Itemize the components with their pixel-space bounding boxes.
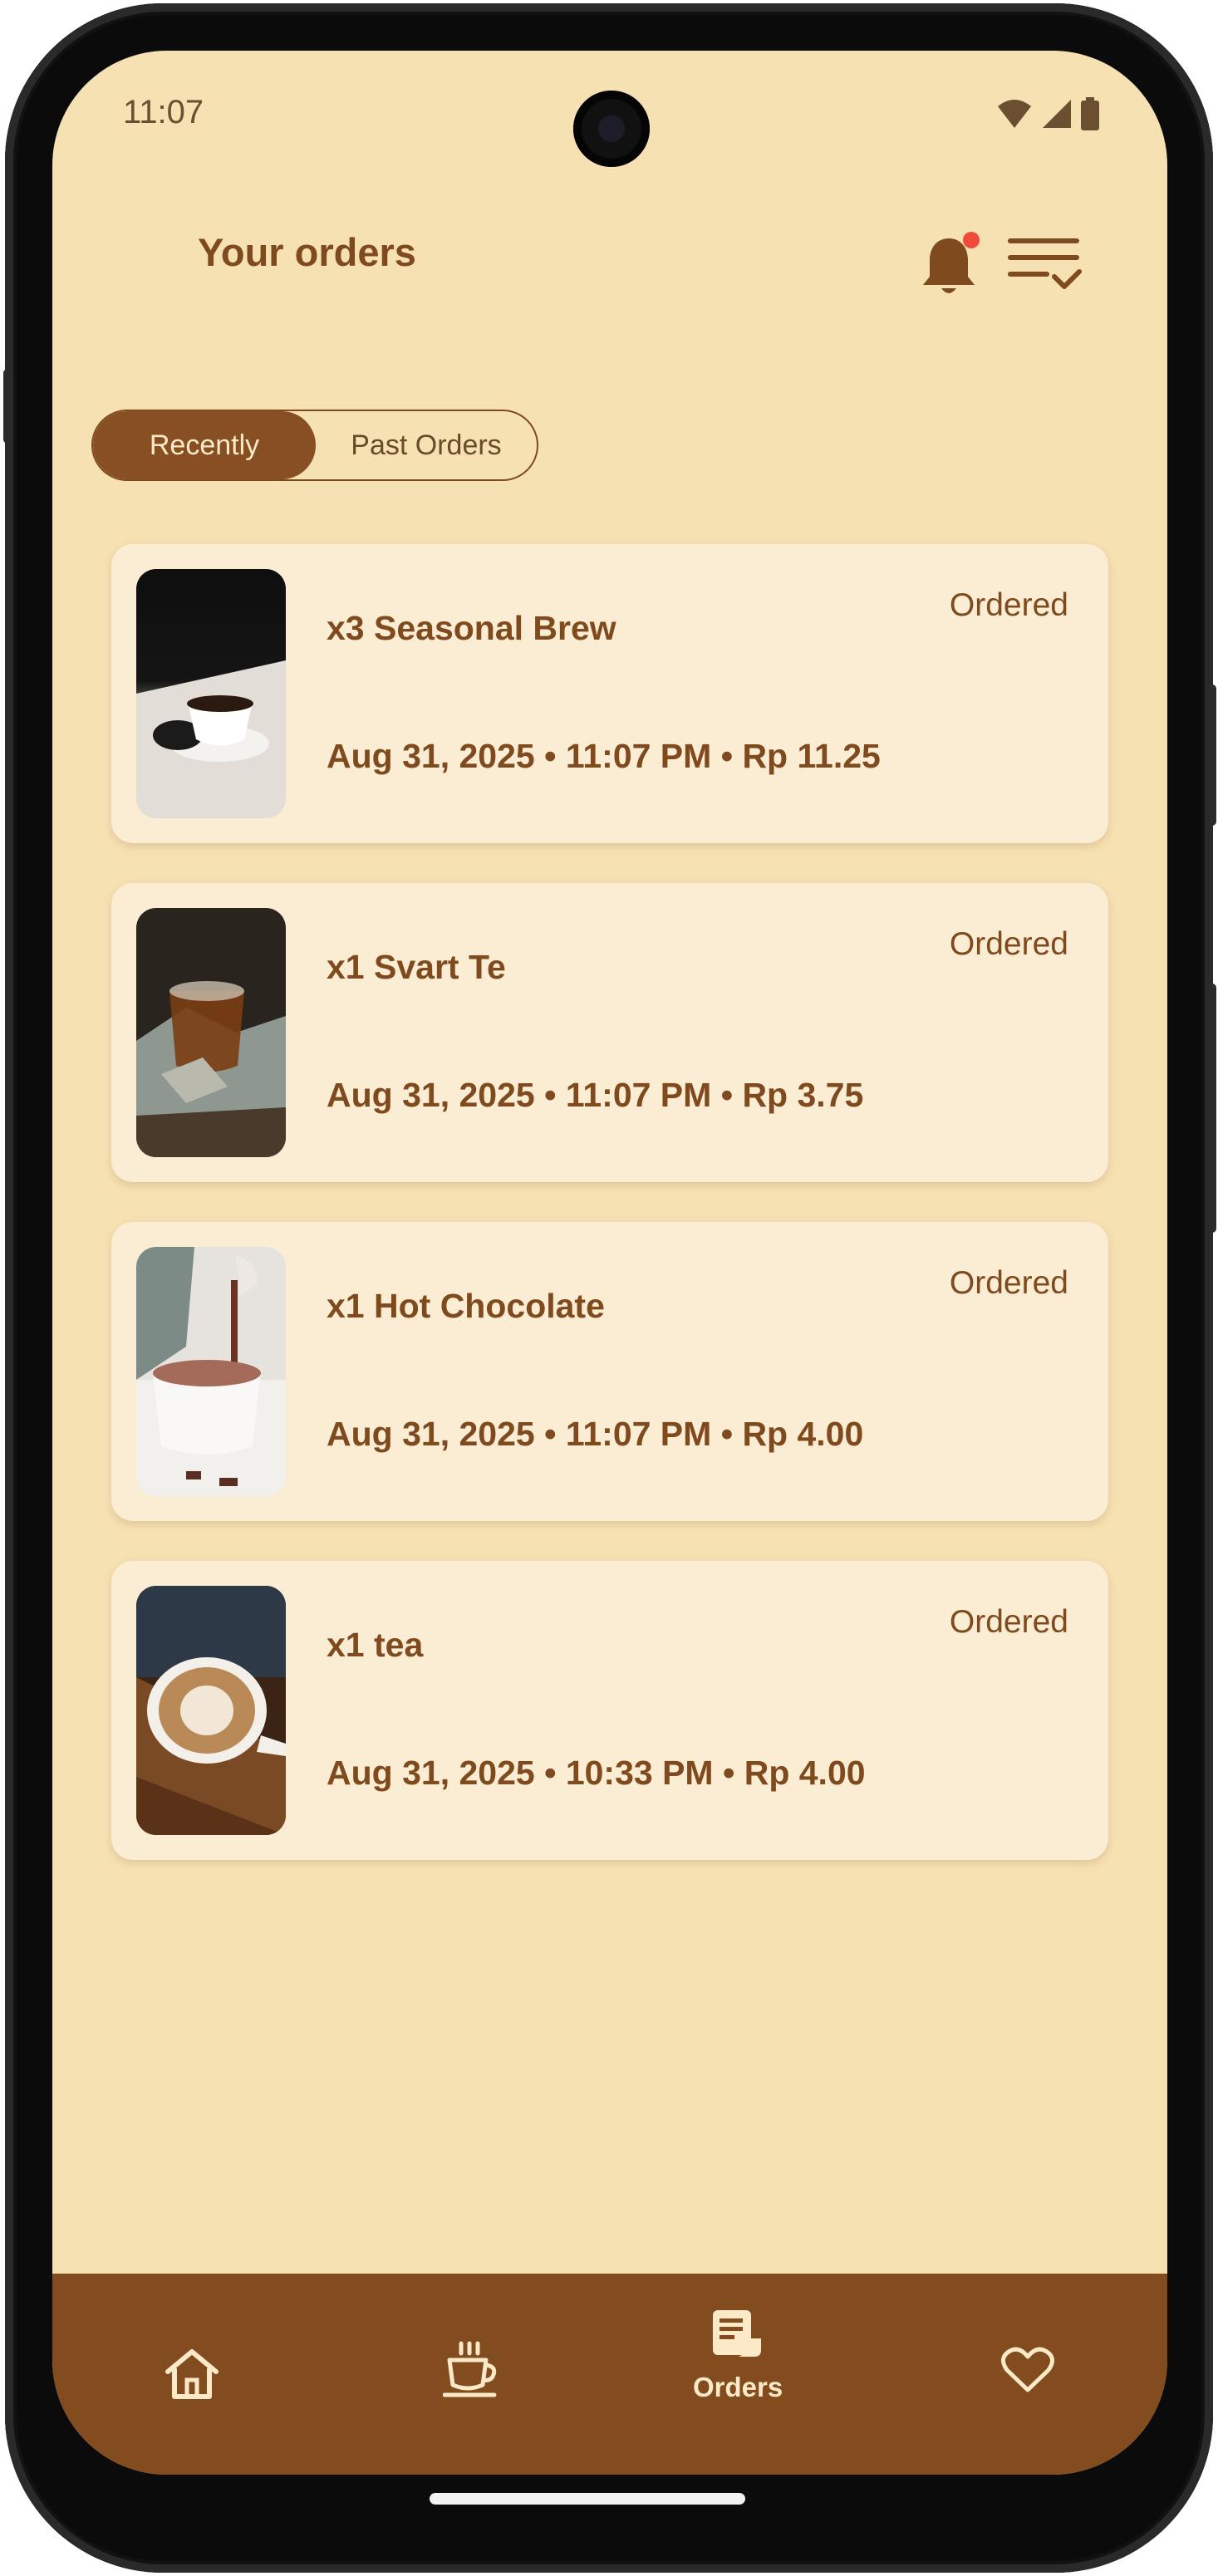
bottom-navigation: Orders (52, 2274, 1167, 2475)
order-status: Ordered (949, 1604, 1068, 1640)
latte-art-photo (136, 1586, 286, 1835)
order-status: Ordered (949, 1265, 1068, 1301)
order-card[interactable]: x3 Seasonal Brew Aug 31, 2025 • 11:07 PM… (111, 544, 1108, 843)
signal-icon (1043, 100, 1071, 128)
tea-glass-photo (136, 908, 286, 1157)
side-button (1208, 984, 1216, 1233)
phone-frame: 11:07 Your orders Recently Past Orders x… (3, 3, 1216, 2573)
wifi-icon (998, 100, 1031, 128)
tab-past-orders[interactable]: Past Orders (316, 411, 537, 479)
order-item-name: x1 tea (327, 1626, 424, 1664)
nav-orders[interactable]: Orders (693, 2309, 783, 2403)
order-status: Ordered (949, 587, 1068, 623)
order-item-name: x1 Svart Te (327, 948, 506, 986)
status-time: 11:07 (123, 94, 204, 130)
front-camera (573, 91, 650, 167)
nav-orders-label: Orders (693, 2372, 783, 2402)
coffee-cup-photo (136, 569, 286, 818)
order-card[interactable]: x1 Svart Te Aug 31, 2025 • 11:07 PM • Rp… (111, 883, 1108, 1182)
order-item-meta: Aug 31, 2025 • 11:07 PM • Rp 3.75 (327, 1076, 864, 1114)
order-item-meta: Aug 31, 2025 • 11:07 PM • Rp 11.25 (327, 737, 881, 775)
notification-dot (963, 232, 980, 248)
orders-list: x3 Seasonal Brew Aug 31, 2025 • 11:07 PM… (111, 544, 1108, 1900)
notification-bell-icon[interactable] (921, 230, 980, 297)
side-button (1208, 684, 1216, 826)
heart-icon (1001, 2347, 1054, 2392)
battery-icon (1081, 97, 1099, 130)
page-title: Your orders (198, 230, 416, 274)
order-item-meta: Aug 31, 2025 • 10:33 PM • Rp 4.00 (327, 1754, 866, 1792)
hot-chocolate-photo (136, 1247, 286, 1496)
orders-receipt-icon (713, 2310, 762, 2357)
app-screen: 11:07 Your orders Recently Past Orders x… (52, 51, 1167, 2475)
order-item-name: x1 Hot Chocolate (327, 1287, 605, 1325)
status-icons (996, 97, 1099, 130)
order-card[interactable]: x1 tea Aug 31, 2025 • 10:33 PM • Rp 4.00… (111, 1561, 1108, 1860)
home-icon (165, 2349, 219, 2399)
nav-favorites[interactable] (1000, 2345, 1055, 2395)
side-button (3, 369, 12, 444)
order-card[interactable]: x1 Hot Chocolate Aug 31, 2025 • 11:07 PM… (111, 1222, 1108, 1521)
sort-filter-icon[interactable] (1006, 233, 1083, 293)
header-actions (921, 230, 1083, 297)
coffee-cup-icon (443, 2341, 497, 2397)
nav-home[interactable] (163, 2347, 221, 2402)
tab-recently[interactable]: Recently (93, 411, 316, 479)
order-item-name: x3 Seasonal Brew (327, 609, 616, 647)
order-filter-tabs: Recently Past Orders (91, 410, 538, 481)
order-status: Ordered (949, 926, 1068, 962)
home-indicator[interactable] (430, 2493, 745, 2505)
order-item-meta: Aug 31, 2025 • 11:07 PM • Rp 4.00 (327, 1415, 864, 1453)
nav-menu[interactable] (443, 2340, 501, 2402)
